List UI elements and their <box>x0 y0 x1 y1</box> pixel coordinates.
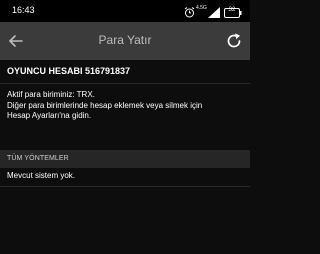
battery-level: 32 <box>228 7 236 13</box>
empty-state-message: Mevcut sistem yok. <box>7 171 76 180</box>
player-account-title: OYUNCU HESABI 516791837 <box>7 66 131 76</box>
refresh-icon <box>224 33 244 55</box>
alarm-icon <box>184 5 195 23</box>
signal-icon <box>208 5 220 23</box>
app-bar: Para Yatır <box>0 22 250 60</box>
all-methods-section-header: TÜM YÖNTEMLER <box>0 150 250 168</box>
account-info: Aktif para biriminiz: TRX. Diğer para bi… <box>7 90 243 122</box>
refresh-button[interactable] <box>224 31 244 51</box>
page-title: Para Yatır <box>98 33 152 47</box>
instruction-text-line1: Diğer para birimlerinde hesap eklemek ve… <box>7 100 203 110</box>
section-label: TÜM YÖNTEMLER <box>7 155 69 162</box>
active-currency-text: Aktif para biriminiz: TRX. <box>7 90 95 99</box>
battery-icon: 32 <box>224 5 242 23</box>
network-type-icon: 4.5G <box>196 5 207 11</box>
deposit-screen: 16:43 4.5G 32 Para Yatır OYUNCU HESABI 5… <box>0 0 250 254</box>
divider <box>0 186 250 187</box>
status-time: 16:43 <box>12 5 35 15</box>
status-bar: 16:43 4.5G 32 <box>0 0 250 22</box>
instruction-text-line2: Hesap Ayarları'na gidin. <box>7 111 92 120</box>
divider <box>0 83 250 84</box>
